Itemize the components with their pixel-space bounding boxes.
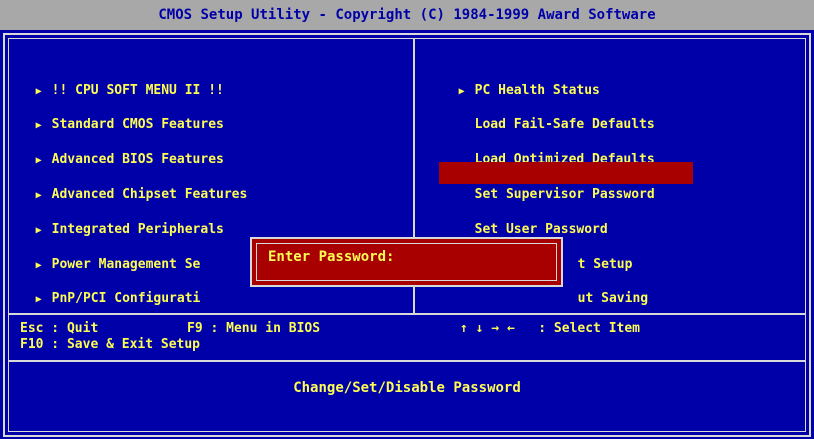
status-text: Change/Set/Disable Password (293, 380, 521, 396)
password-dialog: Enter Password: (250, 237, 563, 287)
help-f10: F10 : Save & Exit Setup (20, 337, 201, 352)
title-bar: CMOS Setup Utility - Copyright (C) 1984-… (0, 0, 814, 30)
menu-item-label: PnP/PCI Configurati (51, 291, 201, 306)
submenu-arrow-icon: ▶ (35, 294, 42, 305)
menu-item-advanced-bios[interactable]: ▶ Advanced BIOS Features (20, 127, 224, 167)
menu-item-exit-without-saving-partial[interactable]: ut Saving (562, 266, 648, 306)
menu-item-label: ut Saving (577, 291, 649, 306)
password-prompt: Enter Password: (268, 249, 463, 265)
help-arrows: ↑ ↓ → ← : Select Item (460, 321, 641, 336)
help-divider (8, 360, 806, 362)
menu-item-pnp-pci[interactable]: ▶ PnP/PCI Configurati (20, 266, 201, 306)
menu-item-set-supervisor-password[interactable]: Set Supervisor Password (439, 162, 693, 202)
menu-item-advanced-chipset[interactable]: ▶ Advanced Chipset Features (20, 162, 248, 202)
menu-item-integrated-peripherals[interactable]: ▶ Integrated Peripherals (20, 197, 224, 237)
menu-item-pc-health[interactable]: ▶ PC Health Status (443, 58, 600, 98)
menu-divider (8, 313, 806, 315)
menu-item-exit-setup-partial[interactable]: t Setup (562, 232, 633, 272)
menu-item-cpu-soft-menu[interactable]: ▶!! CPU SOFT MENU II !! (20, 58, 224, 98)
menu-item-set-user-password[interactable]: Set User Password (459, 197, 608, 237)
password-label: Enter Password: (268, 249, 395, 265)
menu-item-power-management[interactable]: ▶ Power Management Se (20, 232, 201, 272)
window-title: CMOS Setup Utility - Copyright (C) 1984-… (158, 7, 656, 23)
menu-item-load-optimized[interactable]: Load Optimized Defaults (459, 127, 655, 167)
help-esc: Esc : Quit (20, 321, 99, 336)
help-f9: F9 : Menu in BIOS (187, 321, 321, 336)
menu-item-load-fail-safe[interactable]: Load Fail-Safe Defaults (459, 92, 655, 132)
menu-item-standard-cmos[interactable]: ▶ Standard CMOS Features (20, 92, 224, 132)
